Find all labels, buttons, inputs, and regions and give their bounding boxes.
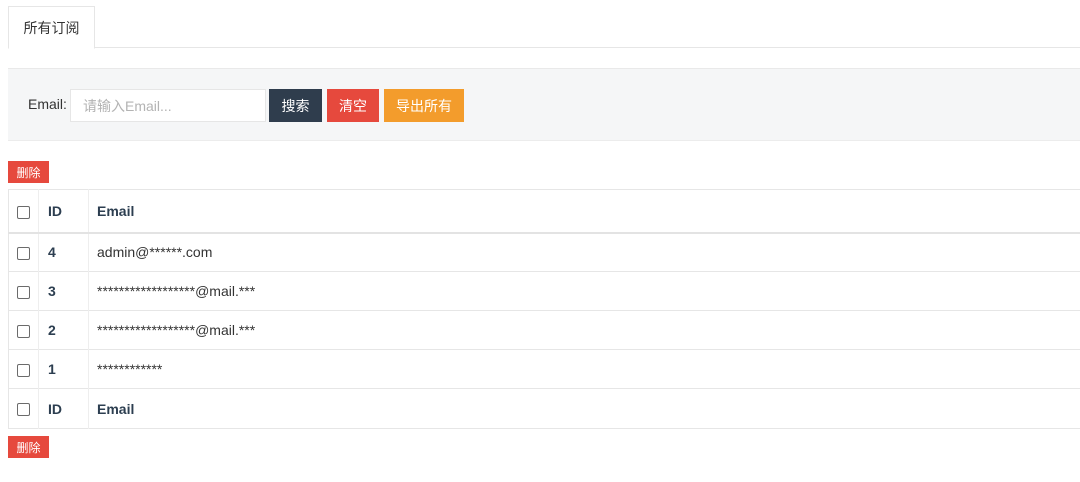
subscriptions-table: ID Email 4 admin@******.com 3 **********… xyxy=(8,189,1080,429)
row-id: 4 xyxy=(38,232,89,272)
table-row: 2 ******************@mail.*** xyxy=(8,310,1080,350)
row-id: 3 xyxy=(38,271,89,311)
column-header-email[interactable]: Email xyxy=(88,189,1080,234)
row-id: 1 xyxy=(38,349,89,389)
delete-button-bottom[interactable]: 删除 xyxy=(8,436,49,458)
table-header-row: ID Email xyxy=(8,189,1080,234)
search-panel: Email: 搜索 清空 导出所有 xyxy=(8,68,1080,141)
row-checkbox-cell xyxy=(8,232,39,272)
export-all-button[interactable]: 导出所有 xyxy=(384,89,464,122)
row-email-text: admin@******.com xyxy=(97,244,213,261)
column-header-id[interactable]: ID xyxy=(38,189,89,234)
select-all-checkbox[interactable] xyxy=(17,205,30,219)
row-email: ******************@mail.*** xyxy=(88,310,1080,350)
row-email-text: ************ xyxy=(97,361,163,377)
select-all-cell-footer xyxy=(8,388,39,429)
row-checkbox[interactable] xyxy=(17,285,30,299)
row-checkbox-cell xyxy=(8,310,39,350)
tab-all-subscriptions[interactable]: 所有订阅 xyxy=(8,6,95,49)
row-email-text: ******************@mail.*** xyxy=(97,283,256,299)
search-button[interactable]: 搜索 xyxy=(269,89,322,122)
row-id: 2 xyxy=(38,310,89,350)
table-row: 1 ************ xyxy=(8,349,1080,389)
row-checkbox-cell xyxy=(8,271,39,311)
table-row: 3 ******************@mail.*** xyxy=(8,271,1080,311)
select-all-cell xyxy=(8,189,39,234)
row-email-text: ******************@mail.*** xyxy=(97,322,256,338)
row-checkbox[interactable] xyxy=(17,324,30,338)
select-all-checkbox-footer[interactable] xyxy=(17,403,30,417)
delete-button-top[interactable]: 删除 xyxy=(8,161,49,183)
row-email: admin@******.com xyxy=(88,232,1080,272)
table-row: 4 admin@******.com xyxy=(8,232,1080,272)
column-footer-id: ID xyxy=(38,388,89,429)
row-checkbox[interactable] xyxy=(17,363,30,377)
row-checkbox-cell xyxy=(8,349,39,389)
email-search-input[interactable] xyxy=(70,89,266,122)
column-footer-email: Email xyxy=(88,388,1080,429)
row-email: ******************@mail.*** xyxy=(88,271,1080,311)
row-email: ************ xyxy=(88,349,1080,389)
row-checkbox[interactable] xyxy=(17,247,30,261)
tab-bar: 所有订阅 xyxy=(8,0,1080,49)
clear-button[interactable]: 清空 xyxy=(327,89,379,122)
email-label: Email: xyxy=(28,96,67,112)
table-footer-row: ID Email xyxy=(8,388,1080,429)
